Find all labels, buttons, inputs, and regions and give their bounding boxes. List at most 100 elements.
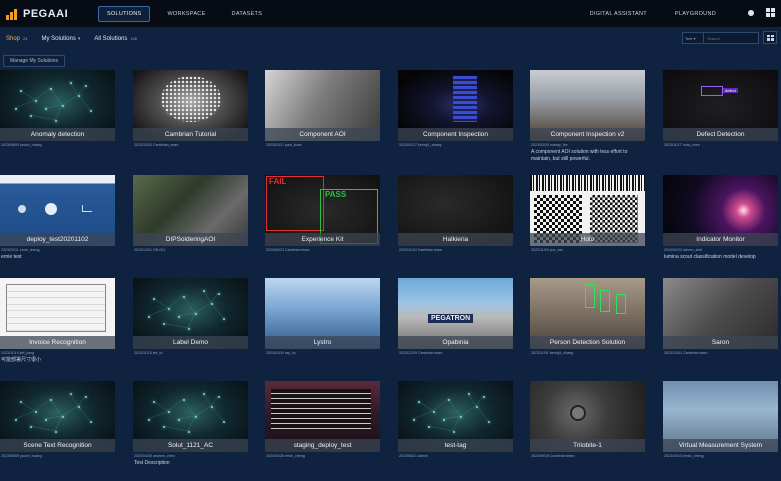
solution-card-test-tag[interactable]: test-tag 2023/08/21 admin <box>398 381 513 481</box>
solution-card-hoto[interactable]: Hoto 2022/11/03 yue_rao <box>530 175 645 275</box>
defect-label: defect <box>723 88 738 93</box>
person-box-3 <box>616 294 626 314</box>
tab-my-solutions-label: My Solutions <box>41 36 76 42</box>
apps-grid-icon[interactable] <box>766 8 775 17</box>
solution-title: Anomaly detection <box>0 128 115 141</box>
solution-card-saron[interactable]: Saron 2023/12/01 Cambrian team <box>663 278 778 378</box>
logo-bars-icon <box>6 8 20 20</box>
nav-workspace[interactable]: WORKSPACE <box>158 6 214 22</box>
solution-description: A component AOI solution with less effor… <box>531 149 628 162</box>
chevron-down-icon: ▾ <box>77 36 81 42</box>
solution-card-person-detection-solution[interactable]: Person Detection Solution 2023/11/01 kenn… <box>530 278 645 378</box>
solution-meta: 2024/02/22 steven_shih <box>664 248 703 252</box>
solution-title: Component Inspection <box>398 128 513 141</box>
solution-title: Defect Detection <box>663 128 778 141</box>
solution-title: DIPSolderingAOI <box>133 233 248 246</box>
settings-icon[interactable] <box>746 8 756 18</box>
solution-title: Person Detection Solution <box>530 336 645 349</box>
solution-meta: 2023/08/09 yauch_huang <box>1 143 42 147</box>
solution-meta: 2023/01/17 paul_kuan <box>266 143 302 147</box>
solution-card-defect-detection[interactable]: defect Defect Detection 2023/11/17 nora_ch… <box>663 70 778 170</box>
solution-card-lystro[interactable]: Lystro 2023/01/10 ray_liu <box>265 278 380 378</box>
solution-card-experience-kit[interactable]: FAIL PASS Experience Kit 2023/06/23 Cambria… <box>265 175 380 275</box>
solution-title: Halkieria <box>398 233 513 246</box>
solution-meta: 2023/11/01 kenny5_chang <box>531 351 574 355</box>
nav-playground[interactable]: PLAYGROUND <box>666 6 725 22</box>
solution-meta: 2023/08/09 yauch_huang <box>1 454 42 458</box>
fail-label: FAIL <box>269 177 287 186</box>
solution-card-component-inspection[interactable]: Component Inspection 2023/01/17 kenny1_ch… <box>398 70 513 170</box>
solution-meta: 2023/01/17 kenny1_chang <box>399 143 442 147</box>
search-group: Text ▾ <box>682 32 759 44</box>
solution-title: Cambrian Tutorial <box>133 128 248 141</box>
solution-title: Label Demo <box>133 336 248 349</box>
solution-meta: 2023/03/29 mandy_lee <box>531 143 568 147</box>
solution-card-indicator-monitor[interactable]: Indicator Monitor 2024/02/22 steven_shih l… <box>663 175 778 275</box>
solution-card-cambrian-tutorial[interactable]: Cambrian Tutorial 2023/10/20 Cambrian_tea… <box>133 70 248 170</box>
top-icons <box>746 8 775 18</box>
solution-title: deploy_test20201102 <box>0 233 115 246</box>
tab-shop[interactable]: Shop 24 <box>6 36 27 42</box>
solution-card-opabinia[interactable]: PEGATRON Opabinia 2023/12/29 Cambrian team <box>398 278 513 378</box>
solution-meta: 2023/11/04 Cambrian team <box>399 248 443 252</box>
solution-title: Experience Kit <box>265 233 380 246</box>
solution-card-solut-1121-ac[interactable]: Solut_1121_AC 2023/04/26 andrew_chen Test … <box>133 381 248 481</box>
logo-text: PEGAAI <box>23 7 69 20</box>
grid-view-icon <box>766 34 774 41</box>
solution-meta: 2023/03/11 ernie_cheng <box>1 248 40 252</box>
solution-title: Opabinia <box>398 336 513 349</box>
terminal-text <box>271 389 371 429</box>
solution-meta: 2023/12/29 Cambrian team <box>399 351 443 355</box>
solution-description: Test Description <box>134 460 170 466</box>
solution-card-scene-text-recognition[interactable]: Scene Text Recognition 2023/08/09 yauch_h… <box>0 381 115 481</box>
solution-title: Component AOI <box>265 128 380 141</box>
solution-filter-bar: Shop 24 My Solutions ▾ All Solutions 106… <box>0 27 781 51</box>
main-nav: SOLUTIONS WORKSPACE DATASETS <box>98 5 279 22</box>
person-box-2 <box>600 290 610 312</box>
solution-card-trilobite-1[interactable]: Trilobite-1 2023/09/19 Cambrian team <box>530 381 645 481</box>
defect-box <box>701 86 723 96</box>
tab-all-solutions[interactable]: All Solutions 106 <box>94 36 137 42</box>
solution-meta: 2023/04/26 andrew_chen <box>134 454 175 458</box>
nav-solutions[interactable]: SOLUTIONS <box>98 5 151 22</box>
tab-my-solutions[interactable]: My Solutions ▾ <box>41 36 80 42</box>
solution-meta: 2023/10/13 timbo_cheng <box>664 454 704 458</box>
grid-view-toggle[interactable] <box>763 31 777 44</box>
solution-card-dipsolderingaoi[interactable]: DIPSolderingAOI 2023/12/01 DR-001 <box>133 175 248 275</box>
solution-meta: 2023/10/20 Cambrian_team <box>134 143 179 147</box>
opa-sign: PEGATRON <box>428 314 474 323</box>
manage-my-solutions-button[interactable]: Manage My Solutions <box>3 55 66 67</box>
nav-digital-assistant[interactable]: DIGITAL ASSISTANT <box>581 6 656 22</box>
solution-card-halkieria[interactable]: Halkieria 2023/11/04 Cambrian team <box>398 175 513 275</box>
solution-card-component-aoi[interactable]: Component AOI 2023/01/17 paul_kuan <box>265 70 380 170</box>
solution-meta: 2023/11/15 lee_tu <box>134 351 163 355</box>
solution-meta: 2023/01/10 ray_liu <box>266 351 296 355</box>
solution-card-virtual-measurement-system[interactable]: Virtual Measurement System 2023/10/13 tim… <box>663 381 778 481</box>
app-logo[interactable]: PEGAAI <box>6 8 86 20</box>
solution-card-component-inspection-v2[interactable]: Component Inspection v2 2023/03/29 mandy_… <box>530 70 645 170</box>
deploy-chart-icon <box>82 205 92 212</box>
solution-title: Lystro <box>265 336 380 349</box>
solution-title: Component Inspection v2 <box>530 128 645 141</box>
solution-title: Invoice Recognition <box>0 336 115 349</box>
tab-all-solutions-label: All Solutions <box>94 36 128 42</box>
solution-description: 可能部署尺寸很小 <box>1 357 42 363</box>
brain-dots <box>161 76 221 122</box>
solution-card-label-demo[interactable]: Label Demo 2023/11/15 lee_tu <box>133 278 248 378</box>
solution-title: Solut_1121_AC <box>133 439 248 452</box>
invoice-doc <box>6 284 106 332</box>
solution-card-invoice-recognition[interactable]: Invoice Recognition 2023/11/19 jeff_jiang… <box>0 278 115 378</box>
solution-title: Saron <box>663 336 778 349</box>
search-scope-select[interactable]: Text ▾ <box>682 32 704 44</box>
solution-card-staging-deploy-test[interactable]: staging_deploy_test 2024/01/26 ernie_chen… <box>265 381 380 481</box>
solution-card-deploy-test20201102[interactable]: deploy_test20201102 2023/03/11 ernie_chen… <box>0 175 115 275</box>
solution-card-anomaly-detection[interactable]: Anomaly detection 2023/08/09 yauch_huang <box>0 70 115 170</box>
solution-meta: 2023/09/19 Cambrian team <box>531 454 575 458</box>
pass-label: PASS <box>325 190 347 199</box>
search-input[interactable] <box>704 32 759 44</box>
solution-title: Scene Text Recognition <box>0 439 115 452</box>
nav-datasets[interactable]: DATASETS <box>223 6 272 22</box>
deploy-circle-icon <box>45 203 57 215</box>
deploy-gear-icon <box>18 205 26 213</box>
solution-title: Hoto <box>530 233 645 246</box>
